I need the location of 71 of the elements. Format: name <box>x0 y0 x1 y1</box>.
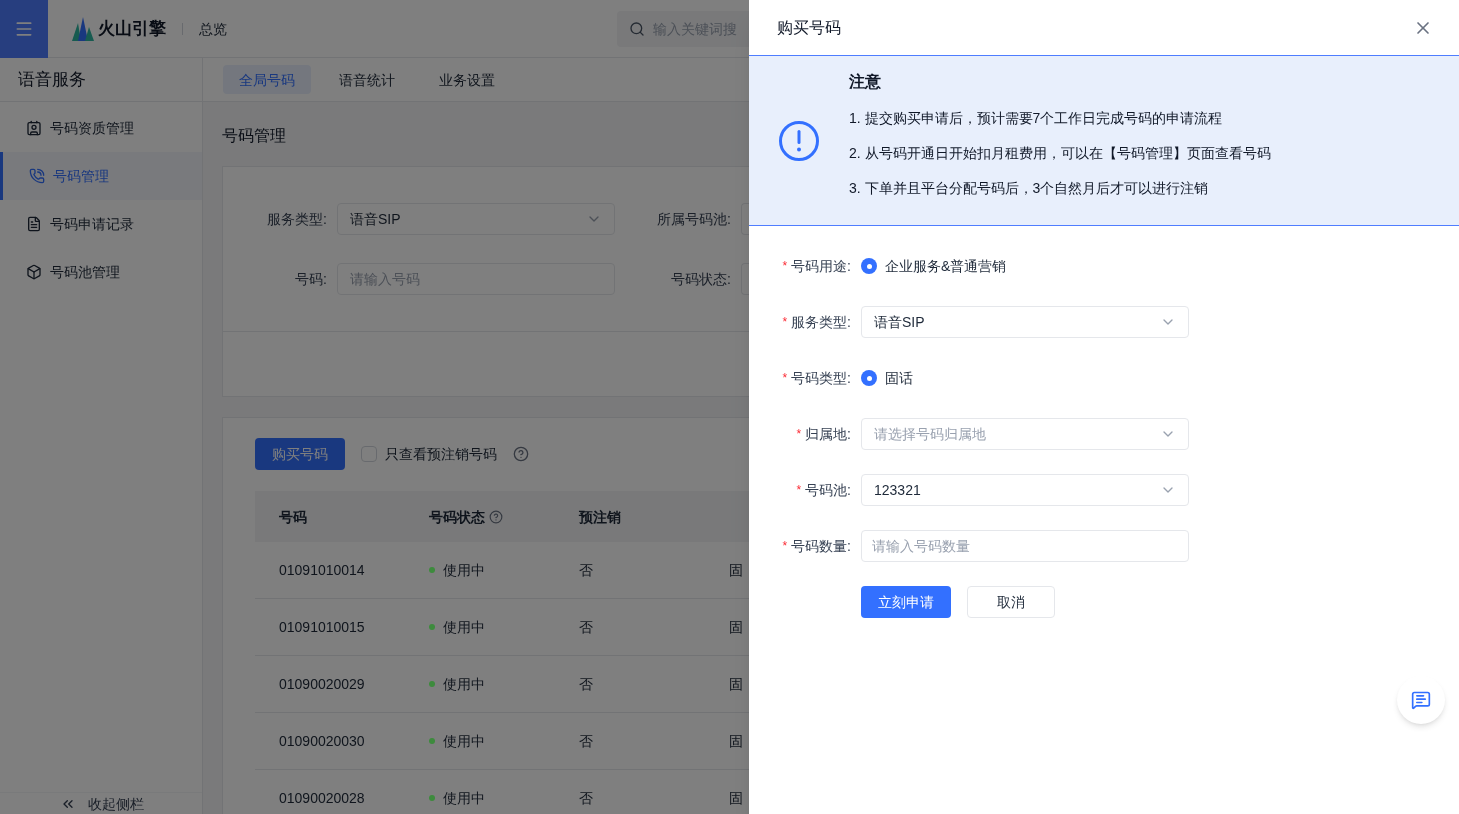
page-title: 号码管理 <box>222 126 287 146</box>
table-cell-text: 使用中 <box>443 561 485 580</box>
column-header: 号码 <box>279 507 307 527</box>
select-value: 123321 <box>874 481 921 500</box>
field-label: 服务类型: <box>266 210 327 229</box>
field-label: 号码池: <box>805 481 851 500</box>
table-cell-text: 固 <box>729 675 744 694</box>
notice-text: 2. 从号码开通日开始扣月租费用，可以在【号码管理】页面查看号码 <box>849 144 1271 163</box>
table-cell-text: 使用中 <box>443 732 485 751</box>
table-cell-text: 使用中 <box>443 675 485 694</box>
sidebar-item[interactable]: 号码池管理 <box>0 248 202 296</box>
table-cell-text: 01090020030 <box>279 732 366 751</box>
field-label: 号码状态: <box>670 270 731 289</box>
required-mark: * <box>782 314 788 330</box>
table-cell-text: 否 <box>579 732 594 751</box>
select-field[interactable]: 请选择号码归属地 <box>861 418 1189 450</box>
table-cell-text: 否 <box>579 561 594 580</box>
sidebar-item[interactable]: 号码申请记录 <box>0 200 202 248</box>
radio-label: 固话 <box>885 369 913 388</box>
table-cell-text: 使用中 <box>443 618 485 637</box>
logo-text: 火山引擎 <box>98 17 166 40</box>
required-mark: * <box>782 538 788 554</box>
sidebar-item[interactable]: 号码管理 <box>0 152 202 200</box>
select-field[interactable]: 语音SIP <box>861 306 1189 338</box>
submit-button[interactable]: 立刻申请 <box>861 586 951 618</box>
table-cell-text: 固 <box>729 732 744 751</box>
column-header: 号码状态 <box>429 507 485 527</box>
select-value: 语音SIP <box>874 313 925 332</box>
required-mark: * <box>782 258 788 274</box>
notice-title: 注意 <box>849 72 882 92</box>
select-placeholder: 请选择号码归属地 <box>874 425 986 444</box>
tab[interactable]: 语音统计 <box>323 65 411 94</box>
sidebar-item[interactable]: 号码资质管理 <box>0 104 202 152</box>
table-cell-text: 01090020029 <box>279 675 366 694</box>
table-cell-text: 固 <box>729 789 744 808</box>
column-header: 预注销 <box>579 507 621 527</box>
field-label: 号码用途: <box>791 257 851 276</box>
required-mark: * <box>796 482 802 498</box>
cancel-button[interactable]: 取消 <box>967 586 1055 618</box>
field-label: 号码数量: <box>791 537 851 556</box>
table-cell-text: 否 <box>579 789 594 808</box>
input-field[interactable]: 请输入号码数量 <box>861 530 1189 562</box>
radio-label: 企业服务&普通营销 <box>885 257 1007 276</box>
checkbox-label: 只查看预注销号码 <box>385 445 497 464</box>
field-label: 所属号码池: <box>656 210 731 229</box>
table-cell-text: 固 <box>729 561 744 580</box>
select-value: 语音SIP <box>350 210 401 229</box>
field-label: 归属地: <box>805 425 851 444</box>
field-label: 服务类型: <box>791 313 851 332</box>
tab[interactable]: 全局号码 <box>223 65 311 94</box>
drawer-title: 购买号码 <box>777 17 841 38</box>
field-label: 号码: <box>294 270 327 289</box>
select-field[interactable]: 语音SIP <box>337 203 615 235</box>
required-mark: * <box>796 426 802 442</box>
nav-link[interactable]: 总览 <box>199 18 227 39</box>
notice-text: 1. 提交购买申请后，预计需要7个工作日完成号码的申请流程 <box>849 109 1224 128</box>
sidebar-title: 语音服务 <box>18 68 86 91</box>
notice-text: 3. 下单并且平台分配号码后，3个自然月后才可以进行注销 <box>849 179 1210 198</box>
table-cell-text: 否 <box>579 618 594 637</box>
table-cell-text: 01090020028 <box>279 789 366 808</box>
field-label: 号码类型: <box>791 369 851 388</box>
tab[interactable]: 业务设置 <box>423 65 511 94</box>
required-mark: * <box>782 370 788 386</box>
table-cell-text: 01091010014 <box>279 561 366 580</box>
table-cell-text: 否 <box>579 675 594 694</box>
buy-number-button[interactable]: 购买号码 <box>255 438 345 470</box>
table-cell-text: 使用中 <box>443 789 485 808</box>
collapse-sidebar-button[interactable]: 收起侧栏 <box>0 792 202 814</box>
table-cell-text: 01091010015 <box>279 618 366 637</box>
select-field[interactable]: 123321 <box>861 474 1189 506</box>
table-cell-text: 固 <box>729 618 744 637</box>
